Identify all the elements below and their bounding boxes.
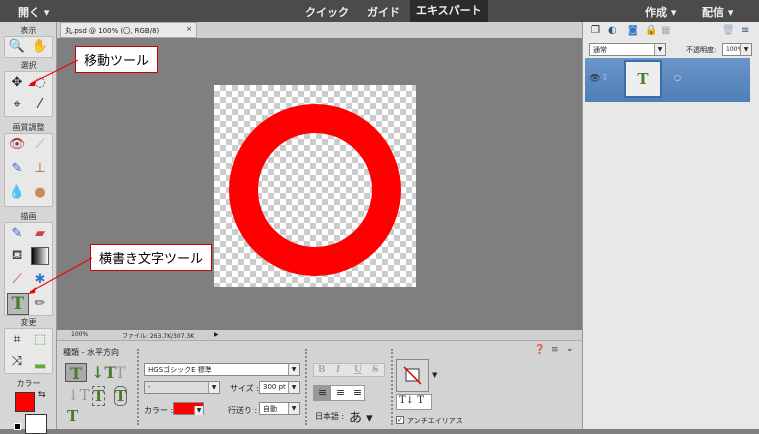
italic-button[interactable]: I bbox=[336, 365, 340, 375]
chevron-down-icon: ▼ bbox=[288, 382, 299, 393]
font-style-select[interactable]: - ▼ bbox=[144, 381, 220, 394]
chevron-down-icon: ▼ bbox=[740, 44, 751, 55]
language-label: 日本語 : bbox=[315, 412, 345, 421]
horizontal-type-icon[interactable]: T bbox=[65, 363, 87, 383]
text-color-swatch[interactable]: ▼ bbox=[173, 402, 204, 415]
size-label: サイズ : bbox=[230, 384, 259, 393]
language-options-button[interactable]: あ ▾ bbox=[349, 407, 373, 426]
opacity-label: 不透明度: bbox=[686, 46, 717, 54]
tab-expert[interactable]: エキスパート bbox=[410, 0, 488, 22]
visibility-eye-icon[interactable]: 👁 bbox=[589, 74, 600, 84]
zoom-level[interactable]: 100% bbox=[71, 331, 88, 338]
bold-button[interactable]: B bbox=[318, 365, 326, 375]
tab-quick[interactable]: クイック bbox=[305, 4, 349, 20]
straighten-tool-icon[interactable]: ▂ bbox=[31, 353, 49, 371]
recompose-tool-icon[interactable]: ⬚ bbox=[31, 331, 49, 349]
warp-dropdown-icon[interactable]: ▼ bbox=[432, 371, 437, 379]
horizontal-type-mask-icon[interactable]: T bbox=[115, 363, 126, 382]
group-label-color: カラー bbox=[16, 379, 41, 388]
strikethrough-button[interactable]: S bbox=[372, 365, 379, 375]
link-icon[interactable]: ⇕ bbox=[601, 73, 609, 83]
underline-button[interactable]: U bbox=[354, 365, 362, 375]
panel-menu-icon[interactable]: ≡ bbox=[551, 345, 559, 355]
trash-icon[interactable]: 🗑 bbox=[722, 25, 735, 36]
chevron-down-icon: ▼ bbox=[194, 406, 203, 415]
chevron-down-icon: ▼ bbox=[288, 403, 299, 414]
arrowhead bbox=[28, 287, 36, 294]
status-menu-arrow-icon[interactable]: ▶ bbox=[214, 331, 219, 338]
text-on-shape-icon[interactable]: T bbox=[114, 386, 128, 406]
callout-arrows bbox=[28, 59, 93, 294]
layer-row[interactable]: 👁 ⇕ T ○ bbox=[585, 58, 750, 102]
adjustment-layer-icon[interactable]: ◐ bbox=[608, 25, 617, 36]
lock-icon[interactable]: 🔒 bbox=[645, 25, 657, 36]
share-label: 配信 bbox=[702, 6, 724, 19]
red-ring bbox=[229, 104, 401, 276]
font-family-value: HGSゴシックE 標準 bbox=[148, 366, 212, 374]
text-warp-button[interactable] bbox=[396, 359, 429, 392]
blend-mode-value: 通常 bbox=[593, 46, 607, 54]
background-color-swatch[interactable] bbox=[25, 414, 47, 434]
leading-label: 行送り : bbox=[228, 406, 258, 415]
font-style-value: - bbox=[148, 383, 151, 391]
opacity-field[interactable]: 100% ▼ bbox=[722, 43, 752, 56]
arrowhead bbox=[28, 80, 36, 86]
text-on-path-icon[interactable]: T bbox=[67, 407, 78, 425]
layer-name-placeholder-icon: ○ bbox=[674, 73, 681, 82]
ring-shape bbox=[229, 104, 401, 276]
foreground-color-swatch[interactable] bbox=[15, 392, 35, 412]
chevron-down-icon: ▼ bbox=[654, 44, 665, 55]
swap-colors-icon[interactable]: ⇆ bbox=[38, 390, 46, 400]
text-on-selection-icon[interactable]: T bbox=[92, 386, 106, 406]
help-icon[interactable]: ❓ bbox=[534, 345, 545, 355]
text-orientation-button[interactable]: T↓ T bbox=[396, 394, 432, 410]
chevron-down-icon: ▼ bbox=[288, 364, 299, 375]
align-right-button[interactable]: ≡ bbox=[349, 386, 366, 399]
tool-options-panel: 種類 - 水平方向 T ↓T T ↓T T T T HGSゴシックE 標準 ▼ -… bbox=[57, 340, 582, 429]
create-label: 作成 bbox=[645, 6, 667, 19]
antialias-checkbox[interactable]: ✓ bbox=[396, 416, 404, 424]
layer-thumbnail: T bbox=[624, 60, 662, 98]
new-layer-icon[interactable]: ❐ bbox=[591, 25, 600, 36]
antialias-label: アンチエイリアス bbox=[407, 417, 463, 425]
vertical-type-icon[interactable]: ↓T bbox=[91, 363, 116, 382]
leading-select[interactable]: 自動 ▼ bbox=[259, 402, 300, 415]
panel-menu-icon[interactable]: ≡ bbox=[741, 25, 749, 36]
file-info: ファイル: 263.7K/307.3K bbox=[122, 333, 195, 340]
no-warp-icon bbox=[403, 366, 422, 385]
collapse-chevron-icon[interactable]: ⌄ bbox=[566, 344, 574, 354]
arrow-to-move-tool bbox=[29, 59, 79, 85]
font-family-select[interactable]: HGSゴシックE 標準 ▼ bbox=[144, 363, 300, 376]
status-bar: 100% ファイル: 263.7K/307.3K ▶ bbox=[57, 330, 582, 340]
arrow-to-type-tool bbox=[29, 257, 93, 293]
vertical-type-mask-icon[interactable]: ↓T bbox=[67, 386, 90, 404]
align-left-button[interactable]: ≡ bbox=[314, 386, 331, 400]
color-label: カラー : bbox=[144, 406, 174, 415]
align-center-button[interactable]: ≡ bbox=[332, 386, 349, 399]
layer-mask-icon[interactable]: ◙ bbox=[628, 25, 638, 36]
font-size-value: 300 pt bbox=[263, 383, 286, 391]
lock-transparency-icon[interactable]: ▦ bbox=[661, 25, 670, 36]
content-aware-move-icon[interactable]: ⤨ bbox=[8, 353, 26, 371]
group-label-modify: 変更 bbox=[20, 318, 37, 327]
create-button[interactable]: 作成 ▾ bbox=[645, 4, 676, 20]
crop-tool-icon[interactable]: ⌗ bbox=[8, 331, 26, 349]
font-size-select[interactable]: 300 pt ▼ bbox=[259, 381, 300, 394]
document-canvas[interactable] bbox=[214, 85, 416, 287]
chevron-down-icon: ▼ bbox=[208, 382, 219, 393]
options-title: 種類 - 水平方向 bbox=[63, 348, 119, 357]
leading-value: 自動 bbox=[263, 405, 277, 413]
share-button[interactable]: 配信 ▾ bbox=[702, 4, 733, 20]
tab-guided[interactable]: ガイド bbox=[367, 4, 400, 20]
blend-mode-select[interactable]: 通常 ▼ bbox=[589, 43, 666, 56]
